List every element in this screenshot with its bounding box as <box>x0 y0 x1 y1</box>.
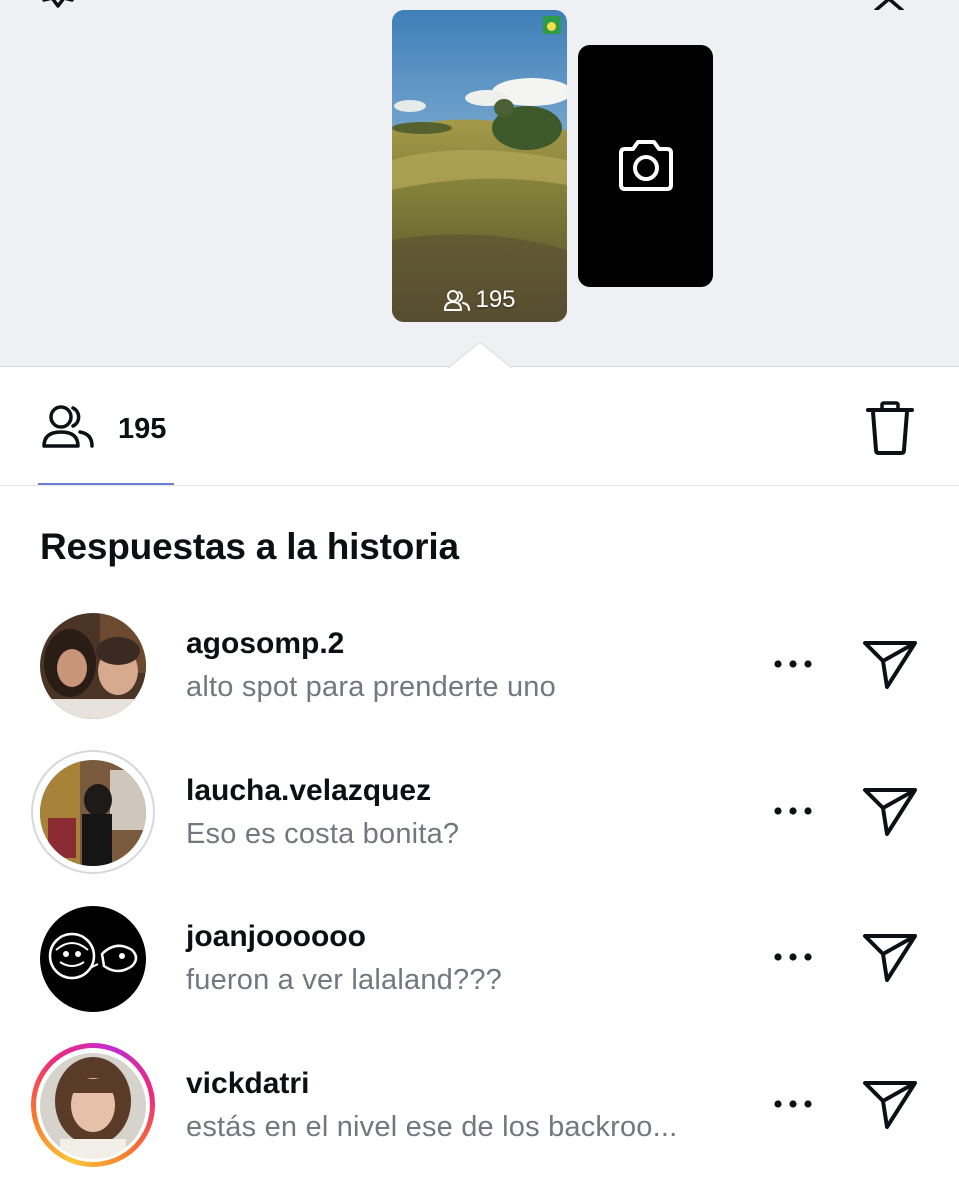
add-story-button[interactable] <box>578 45 713 287</box>
reply-text: alto spot para prenderte uno <box>186 671 556 703</box>
avatar[interactable] <box>40 760 146 866</box>
thumbnail-views: 195 <box>392 286 567 314</box>
people-icon <box>444 290 471 311</box>
gear-icon[interactable] <box>36 0 80 12</box>
story-thumbnail[interactable]: 195 <box>392 10 567 322</box>
viewers-tab[interactable]: 195 <box>38 368 174 486</box>
stats-bar: 195 <box>0 368 959 486</box>
send-icon[interactable] <box>861 928 919 986</box>
more-options-icon[interactable] <box>770 946 816 968</box>
send-icon[interactable] <box>861 635 919 693</box>
send-icon[interactable] <box>861 1075 919 1133</box>
viewers-count: 195 <box>118 413 167 445</box>
avatar[interactable] <box>40 1053 146 1159</box>
reply-text: Eso es costa bonita? <box>186 818 460 850</box>
app-badge-icon <box>543 16 561 34</box>
more-options-icon[interactable] <box>770 1093 816 1115</box>
reply-row[interactable]: joanjoooooo fueron a ver lalaland??? <box>0 906 959 1052</box>
landscape-photo <box>392 10 567 322</box>
reply-row[interactable]: vickdatri estás en el nivel ese de los b… <box>0 1043 959 1199</box>
selection-pointer <box>448 341 512 369</box>
reply-row[interactable]: agosomp.2 alto spot para prenderte uno <box>0 613 959 759</box>
close-icon[interactable] <box>872 0 906 10</box>
username[interactable]: vickdatri <box>186 1067 309 1101</box>
reply-text: estás en el nivel ese de los backroo... <box>186 1111 678 1143</box>
username[interactable]: agosomp.2 <box>186 627 344 661</box>
thumbnail-views-count: 195 <box>475 286 516 313</box>
story-tray: 195 <box>0 0 959 369</box>
reply-row[interactable]: laucha.velazquez Eso es costa bonita? <box>0 750 959 906</box>
camera-icon <box>618 140 673 191</box>
avatar[interactable] <box>40 613 146 719</box>
trash-icon[interactable] <box>864 400 916 456</box>
avatar[interactable] <box>40 906 146 1012</box>
more-options-icon[interactable] <box>770 800 816 822</box>
more-options-icon[interactable] <box>770 653 816 675</box>
username[interactable]: laucha.velazquez <box>186 774 431 808</box>
reply-text: fueron a ver lalaland??? <box>186 964 502 996</box>
send-icon[interactable] <box>861 782 919 840</box>
people-icon <box>42 405 94 448</box>
section-title: Respuestas a la historia <box>40 526 459 567</box>
username[interactable]: joanjoooooo <box>186 920 366 954</box>
active-tab-indicator <box>38 483 174 485</box>
